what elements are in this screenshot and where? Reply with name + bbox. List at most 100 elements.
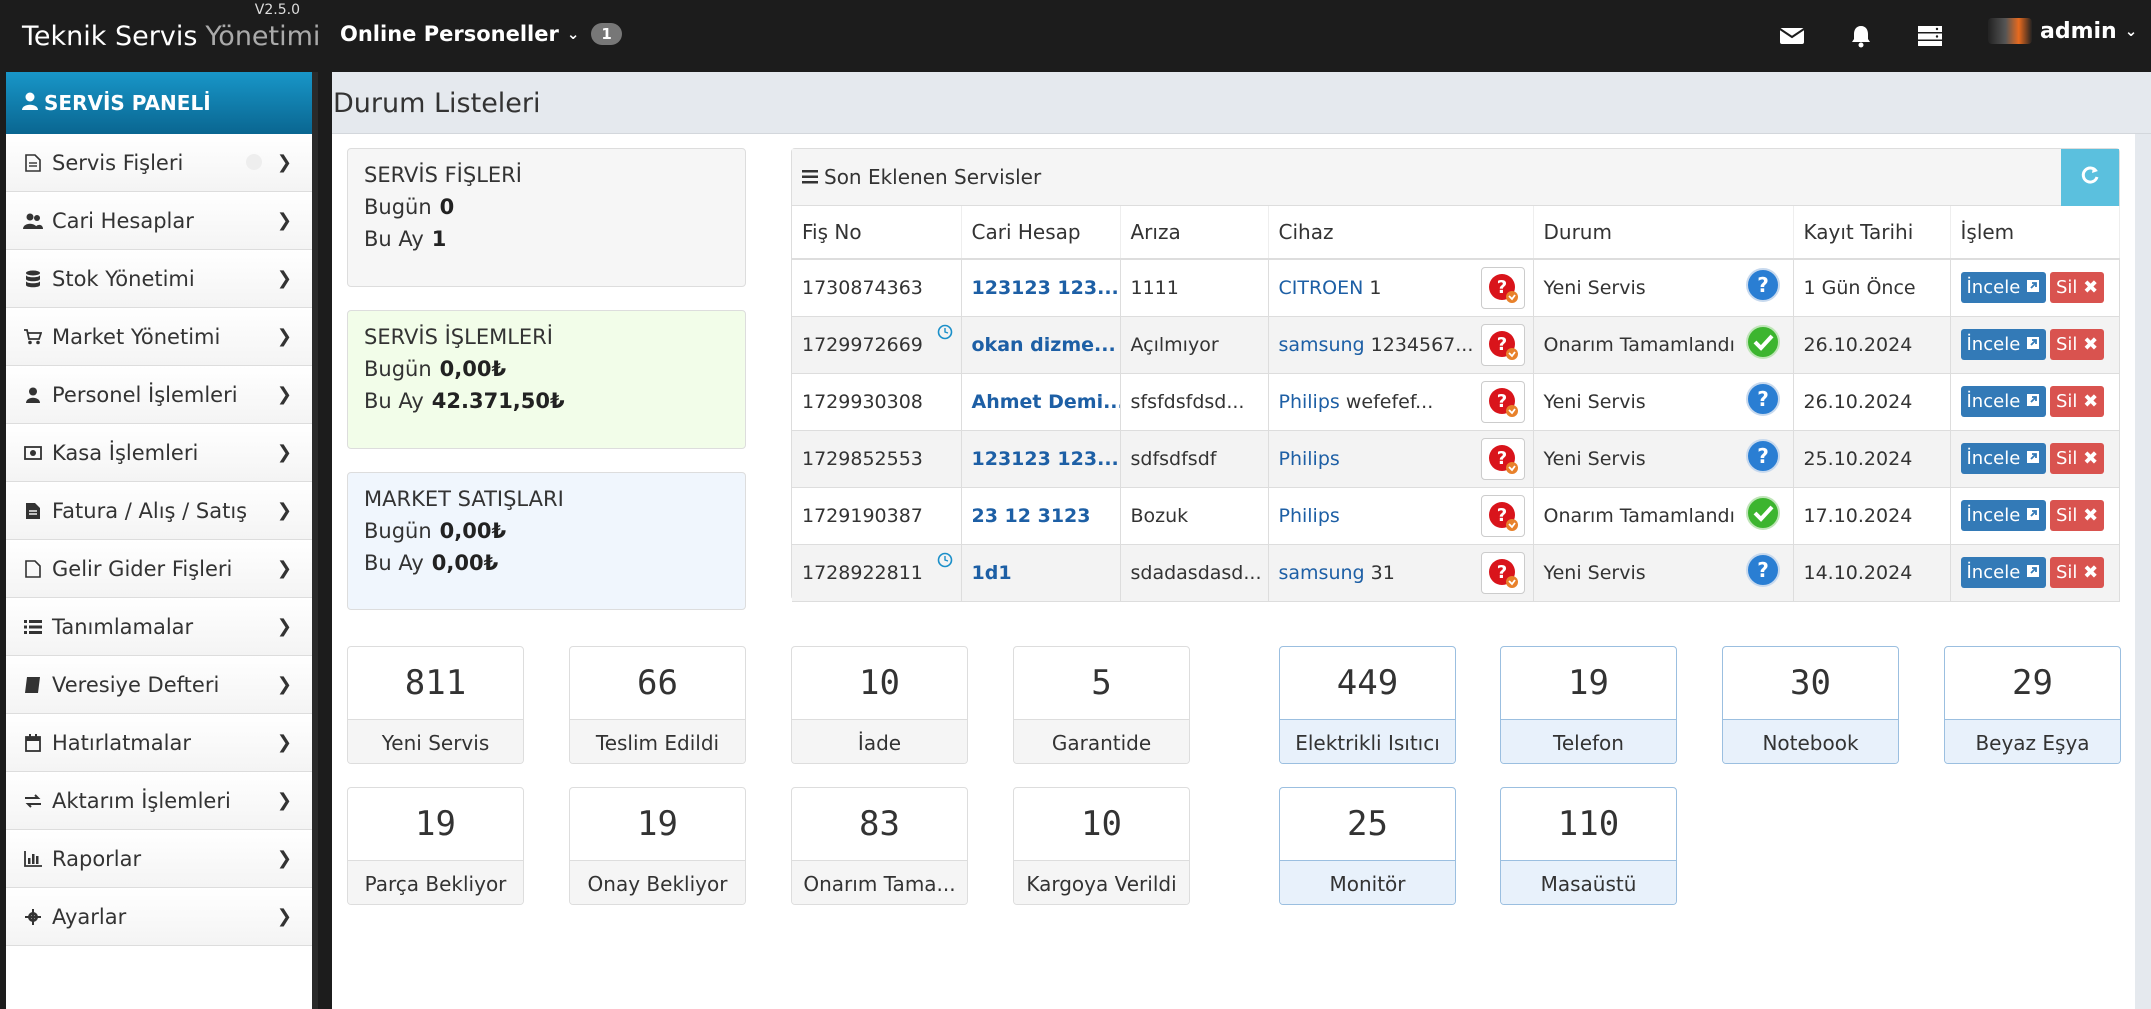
- status-count-tile[interactable]: 10 İade: [791, 646, 968, 764]
- sidebar-item-aktarım-i-şlemleri[interactable]: Aktarım İşlemleri ❯: [6, 772, 312, 830]
- customer-link[interactable]: 23 12 3123: [972, 505, 1091, 527]
- status-count-tile[interactable]: 10 Kargoya Verildi: [1013, 787, 1190, 905]
- bell-icon[interactable]: [1844, 20, 1878, 52]
- device-brand-link[interactable]: Philips: [1279, 448, 1340, 470]
- brand[interactable]: V2.5.0 Teknik Servis Yönetimi: [6, 0, 321, 72]
- table-row[interactable]: 1729190387 23 12 3123 Bozuk Philips ? Onarım…: [792, 487, 2120, 545]
- sidebar-item-gelir-gider-fişleri[interactable]: Gelir Gider Fişleri ❯: [6, 540, 312, 598]
- customer-link[interactable]: 123123 123...: [972, 277, 1119, 299]
- delete-button[interactable]: Sil ✖: [2050, 500, 2105, 531]
- question-status-icon[interactable]: ?: [1480, 323, 1525, 366]
- delete-button[interactable]: Sil ✖: [2050, 557, 2105, 588]
- sidebar-item-kasa-i-şlemleri[interactable]: Kasa İşlemleri ❯: [6, 424, 312, 482]
- customer-link[interactable]: okan dizme...: [972, 334, 1116, 356]
- transfer-icon: [22, 793, 44, 809]
- device-brand-link[interactable]: CITROEN: [1279, 277, 1364, 299]
- chevron-down-icon: ⌄: [2124, 22, 2138, 40]
- inspect-button[interactable]: İncele: [1960, 386, 2046, 417]
- customer-link[interactable]: Ahmet Demi...: [972, 391, 1120, 413]
- delete-button[interactable]: Sil ✖: [2050, 329, 2105, 360]
- sidebar-item-tanımlamalar[interactable]: Tanımlamalar ❯: [6, 598, 312, 656]
- sidebar: SERVİS PANELİ Servis Fişleri ❯ Cari Hesapl…: [6, 72, 318, 1009]
- table-row[interactable]: 1729972669 okan dizme... Açılmıyor samsung …: [792, 316, 2120, 374]
- device-count-tile[interactable]: 110 Masaüstü: [1500, 787, 1677, 905]
- sidebar-item-servis-fişleri[interactable]: Servis Fişleri ❯: [6, 134, 312, 192]
- fault-text: sdfsdfsdf: [1130, 447, 1217, 470]
- chevron-right-icon: ❯: [276, 906, 292, 927]
- status-count-tile[interactable]: 83 Onarım Tama...: [791, 787, 968, 905]
- money-icon: [22, 445, 44, 460]
- sidebar-item-hatırlatmalar[interactable]: Hatırlatmalar ❯: [6, 714, 312, 772]
- device-count-tile[interactable]: 449 Elektrikli Isıtıcı: [1279, 646, 1456, 764]
- device-count-tile[interactable]: 30 Notebook: [1722, 646, 1899, 764]
- device-brand-link[interactable]: samsung: [1279, 334, 1365, 356]
- customer-link[interactable]: 123123 123...: [972, 448, 1119, 470]
- online-staff-dropdown[interactable]: Online Personeller ⌄ 1: [340, 22, 622, 46]
- sidebar-item-personel-i-şlemleri[interactable]: Personel İşlemleri ❯: [6, 366, 312, 424]
- table-row[interactable]: 1729852553 123123 123... sdfsdfsdf Philips …: [792, 430, 2120, 488]
- user-menu[interactable]: admin ⌄: [1988, 18, 2137, 44]
- sidebar-item-market-yönetimi[interactable]: Market Yönetimi ❯: [6, 308, 312, 366]
- server-icon[interactable]: [1913, 20, 1947, 52]
- tile-label: Yeni Servis: [348, 719, 523, 763]
- device-count-tile[interactable]: 29 Beyaz Eşya: [1944, 646, 2121, 764]
- device-brand-link[interactable]: Philips: [1279, 505, 1340, 527]
- sidebar-item-ayarlar[interactable]: Ayarlar ❯: [6, 888, 312, 946]
- status-count-tile[interactable]: 811 Yeni Servis: [347, 646, 524, 764]
- customer-link[interactable]: 1d1: [972, 562, 1012, 584]
- table-row[interactable]: 1730874363 123123 123... 1111 CITROEN 1? Yen…: [792, 259, 2120, 317]
- tile-label: Notebook: [1723, 719, 1898, 763]
- tile-label: Onarım Tama...: [792, 860, 967, 904]
- delete-label: Sil: [2056, 448, 2078, 469]
- sidebar-item-veresiye-defteri[interactable]: Veresiye Defteri ❯: [6, 656, 312, 714]
- online-staff-label: Online Personeller: [340, 22, 559, 46]
- inspect-button[interactable]: İncele: [1960, 557, 2046, 588]
- question-status-icon[interactable]: ?: [1480, 267, 1525, 309]
- online-count-badge: 1: [591, 23, 622, 45]
- status-count-tile[interactable]: 19 Onay Bekliyor: [569, 787, 746, 905]
- delete-button[interactable]: Sil ✖: [2050, 272, 2105, 304]
- question-status-icon[interactable]: ?: [1480, 437, 1525, 480]
- fault-cell: Açılmıyor: [1120, 316, 1269, 374]
- question-status-icon[interactable]: ?: [1480, 380, 1525, 423]
- record-date: 14.10.2024: [1803, 561, 1913, 584]
- status-count-tile[interactable]: 5 Garantide: [1013, 646, 1190, 764]
- device-count-tile[interactable]: 19 Telefon: [1500, 646, 1677, 764]
- svg-text:?: ?: [1757, 273, 1769, 297]
- customer-cell: 123123 123...: [961, 259, 1121, 317]
- delete-button[interactable]: Sil ✖: [2050, 443, 2105, 474]
- delete-button[interactable]: Sil ✖: [2050, 386, 2105, 417]
- customer-cell: 23 12 3123: [961, 487, 1121, 545]
- sidebar-item-raporlar[interactable]: Raporlar ❯: [6, 830, 312, 888]
- device-brand-link[interactable]: samsung: [1279, 562, 1365, 584]
- svg-text:?: ?: [1496, 391, 1506, 412]
- date-cell: 26.10.2024: [1793, 373, 1951, 431]
- inspect-button[interactable]: İncele: [1960, 329, 2046, 360]
- app-subtitle: Yönetimi: [205, 21, 321, 52]
- status-text: Onarım Tamamlandı: [1543, 333, 1735, 356]
- device-brand-link[interactable]: Philips: [1279, 391, 1340, 413]
- question-status-icon[interactable]: ?: [1480, 494, 1525, 537]
- question-status-icon[interactable]: ?: [1480, 551, 1525, 594]
- device-count-tile[interactable]: 25 Monitör: [1279, 787, 1456, 905]
- fault-cell: sdfsdfsdf: [1120, 430, 1269, 488]
- envelope-icon[interactable]: [1775, 20, 1809, 52]
- status-count-tile[interactable]: 66 Teslim Edildi: [569, 646, 746, 764]
- fault-cell: Bozuk: [1120, 487, 1269, 545]
- right-gutter: [2135, 134, 2151, 1009]
- sidebar-item-label: Gelir Gider Fişleri: [52, 556, 233, 581]
- sidebar-item-stok-yönetimi[interactable]: Stok Yönetimi ❯: [6, 250, 312, 308]
- table-row[interactable]: 1728922811 1d1 sdadasdasd... samsung 31? Yen…: [792, 544, 2120, 602]
- stat-title: SERVİS FİŞLERİ: [364, 163, 522, 187]
- refresh-button[interactable]: [2061, 149, 2119, 206]
- sidebar-item-cari-hesaplar[interactable]: Cari Hesaplar ❯: [6, 192, 312, 250]
- inspect-button[interactable]: İncele: [1960, 500, 2046, 531]
- app-version: V2.5.0: [254, 2, 300, 18]
- sidebar-item-fatura-alış-satış[interactable]: Fatura / Alış / Satış ❯: [6, 482, 312, 540]
- table-row[interactable]: 1729930308 Ahmet Demi... sfsfdsfdsd... Phil…: [792, 373, 2120, 431]
- date-cell: 17.10.2024: [1793, 487, 1951, 545]
- status-count-tile[interactable]: 19 Parça Bekliyor: [347, 787, 524, 905]
- inspect-button[interactable]: İncele: [1960, 272, 2046, 304]
- sidebar-item-label: Ayarlar: [52, 904, 127, 929]
- inspect-button[interactable]: İncele: [1960, 443, 2046, 474]
